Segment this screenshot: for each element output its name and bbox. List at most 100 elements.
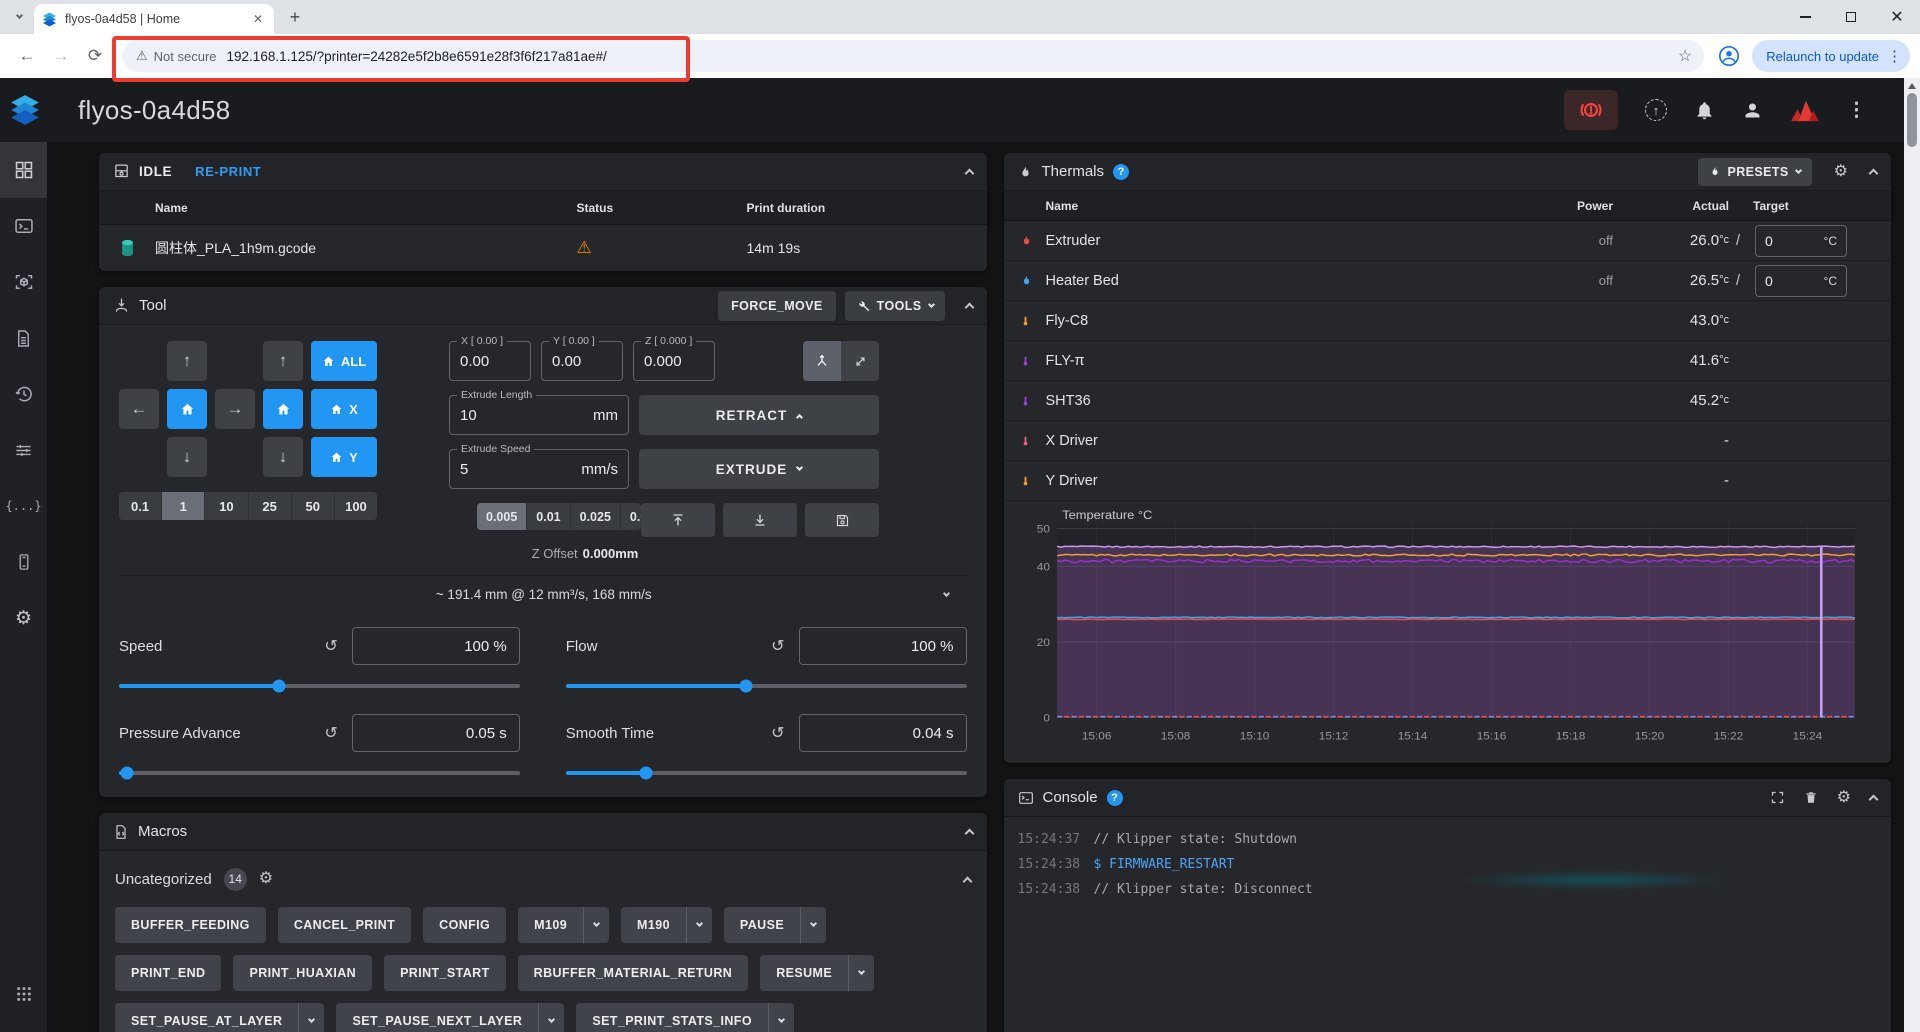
slider-thumb[interactable] <box>273 680 286 693</box>
new-tab-button[interactable]: + <box>282 4 308 30</box>
reset-icon[interactable]: ↺ <box>324 723 337 743</box>
reprint-button[interactable]: RE-PRINT <box>195 164 261 179</box>
macro-button[interactable]: SET_PAUSE_NEXT_LAYER <box>336 1003 564 1032</box>
home-z-button[interactable] <box>263 389 303 429</box>
slider-value-input[interactable]: 100 % <box>799 627 967 665</box>
z-offset-option[interactable]: 0.05 <box>621 503 641 530</box>
z-offset-option[interactable]: 0.005 <box>477 503 527 530</box>
forward-icon[interactable]: → <box>46 41 76 71</box>
expand-icon[interactable] <box>942 589 949 596</box>
thermal-row[interactable]: Y Driver- <box>1004 461 1892 501</box>
slider-track[interactable] <box>119 684 520 688</box>
thermal-row[interactable]: Heater Bedoff26.5°c/0°C <box>1004 261 1892 301</box>
macro-button[interactable]: RESUME <box>760 955 874 991</box>
home-xy-button[interactable] <box>167 389 207 429</box>
macro-dropdown-icon[interactable] <box>583 907 609 943</box>
help-icon[interactable]: ? <box>1107 790 1123 806</box>
increment-option[interactable]: 25 <box>249 492 292 520</box>
macro-dropdown-icon[interactable] <box>800 907 826 943</box>
absolute-position-icon[interactable] <box>803 341 841 381</box>
reset-icon[interactable]: ↺ <box>771 723 784 743</box>
reload-icon[interactable]: ⟳ <box>80 41 110 71</box>
table-row[interactable]: 圆柱体_PLA_1h9m.gcode ⚠ 14m 19s <box>99 225 987 271</box>
collapse-icon[interactable] <box>964 829 974 839</box>
temperature-chart[interactable]: 020405015:0615:0815:1015:1215:1415:1615:… <box>1004 501 1892 763</box>
brand-logo-icon[interactable] <box>1790 98 1820 122</box>
relaunch-button[interactable]: Relaunch to update ⋮ <box>1752 40 1910 72</box>
app-logo[interactable] <box>9 94 41 126</box>
jog-z-minus-button[interactable]: ↓ <box>263 437 303 477</box>
macro-button[interactable]: PRINT_HUAXIAN <box>233 955 372 991</box>
slider-value-input[interactable]: 100 % <box>352 627 520 665</box>
slider-track[interactable] <box>566 684 967 688</box>
macros-panel-header[interactable]: Macros <box>99 813 987 851</box>
address-bar[interactable]: ⚠ Not secure 192.168.1.125/?printer=2428… <box>122 40 1704 72</box>
notifications-bell-icon[interactable] <box>1694 100 1715 121</box>
macro-button[interactable]: SET_PAUSE_AT_LAYER <box>115 1003 324 1032</box>
extrude-length-field[interactable]: Extrude Length 10 mm <box>449 395 629 435</box>
target-temperature-input[interactable]: 0°C <box>1755 225 1847 257</box>
sidebar-item-history[interactable] <box>0 366 47 422</box>
slider-track[interactable] <box>119 771 520 775</box>
thermal-row[interactable]: Fly-C843.0°c <box>1004 301 1892 341</box>
macro-button[interactable]: M109 <box>518 907 609 943</box>
increment-option[interactable]: 100 <box>335 492 377 520</box>
home-y-button[interactable]: Y <box>311 437 377 477</box>
extrude-speed-field[interactable]: Extrude Speed 5 mm/s <box>449 449 629 489</box>
window-minimize-button[interactable] <box>1782 0 1828 34</box>
extrude-button[interactable]: EXTRUDE <box>639 449 879 489</box>
slider-value-input[interactable]: 0.05 s <box>352 714 520 752</box>
z-offset-up-icon[interactable] <box>641 503 715 537</box>
thermals-settings-gear-icon[interactable]: ⚙ <box>1834 164 1848 180</box>
user-icon[interactable] <box>1742 100 1763 121</box>
home-all-button[interactable]: ALL <box>311 341 377 381</box>
force-move-button[interactable]: FORCE_MOVE <box>718 291 836 321</box>
slider-thumb[interactable] <box>639 767 652 780</box>
macro-button[interactable]: RBUFFER_MATERIAL_RETURN <box>518 955 749 991</box>
presets-button[interactable]: PRESETS <box>1698 158 1812 186</box>
help-icon[interactable]: ? <box>1113 164 1129 180</box>
macro-dropdown-icon[interactable] <box>686 907 712 943</box>
retract-button[interactable]: RETRACT <box>639 395 879 435</box>
browser-tab[interactable]: flyos-0a4d58 | Home ✕ <box>34 4 274 34</box>
scrollbar-up-arrow[interactable] <box>1908 83 1916 89</box>
tab-search-button[interactable] <box>6 4 32 30</box>
url-text[interactable]: 192.168.1.125/?printer=24282e5f2b8e6591e… <box>227 49 1678 64</box>
macro-button[interactable]: BUFFER_FEEDING <box>115 907 266 943</box>
slider-track[interactable] <box>566 771 967 775</box>
macro-dropdown-icon[interactable] <box>538 1003 564 1032</box>
thermals-panel-header[interactable]: Thermals ? PRESETS ⚙ <box>1004 153 1892 191</box>
macro-button[interactable]: PRINT_END <box>115 955 221 991</box>
thermal-row[interactable]: SHT3645.2°c <box>1004 381 1892 421</box>
slider-value-input[interactable]: 0.04 s <box>799 714 967 752</box>
increment-option[interactable]: 10 <box>205 492 248 520</box>
overflow-menu-icon[interactable]: ⋮ <box>1847 99 1866 122</box>
sidebar-item-configure[interactable]: {...} <box>0 478 47 534</box>
macro-settings-gear-icon[interactable]: ⚙ <box>259 871 273 887</box>
sidebar-item-console[interactable] <box>0 198 47 254</box>
status-panel-header[interactable]: IDLE RE-PRINT <box>99 153 987 191</box>
z-offset-option[interactable]: 0.01 <box>527 503 570 530</box>
emergency-stop-button[interactable] <box>1564 90 1618 130</box>
target-temperature-input[interactable]: 0°C <box>1755 265 1847 297</box>
jog-y-plus-button[interactable]: ↑ <box>167 341 207 381</box>
relative-position-icon[interactable] <box>841 341 879 381</box>
jog-y-minus-button[interactable]: ↓ <box>167 437 207 477</box>
macro-dropdown-icon[interactable] <box>298 1003 324 1032</box>
collapse-icon[interactable] <box>964 303 974 313</box>
update-icon[interactable]: ↑ <box>1645 99 1667 121</box>
macro-button[interactable]: CANCEL_PRINT <box>278 907 411 943</box>
browser-menu-icon[interactable]: ⋮ <box>1887 47 1902 65</box>
macro-button[interactable]: CONFIG <box>423 907 506 943</box>
target-value[interactable]: 0 <box>1765 233 1824 249</box>
window-maximize-button[interactable] <box>1828 0 1874 34</box>
bookmark-star-icon[interactable]: ☆ <box>1678 46 1692 66</box>
sidebar-item-settings[interactable]: ⚙ <box>0 590 47 646</box>
sidebar-item-system[interactable] <box>0 534 47 590</box>
z-offset-save-icon[interactable] <box>805 503 879 537</box>
z-position-field[interactable]: Z [ 0.000 ] 0.000 <box>633 341 715 381</box>
page-scrollbar[interactable] <box>1904 78 1920 1032</box>
collapse-icon[interactable] <box>962 876 972 886</box>
reset-icon[interactable]: ↺ <box>324 636 337 656</box>
increment-option[interactable]: 50 <box>292 492 335 520</box>
